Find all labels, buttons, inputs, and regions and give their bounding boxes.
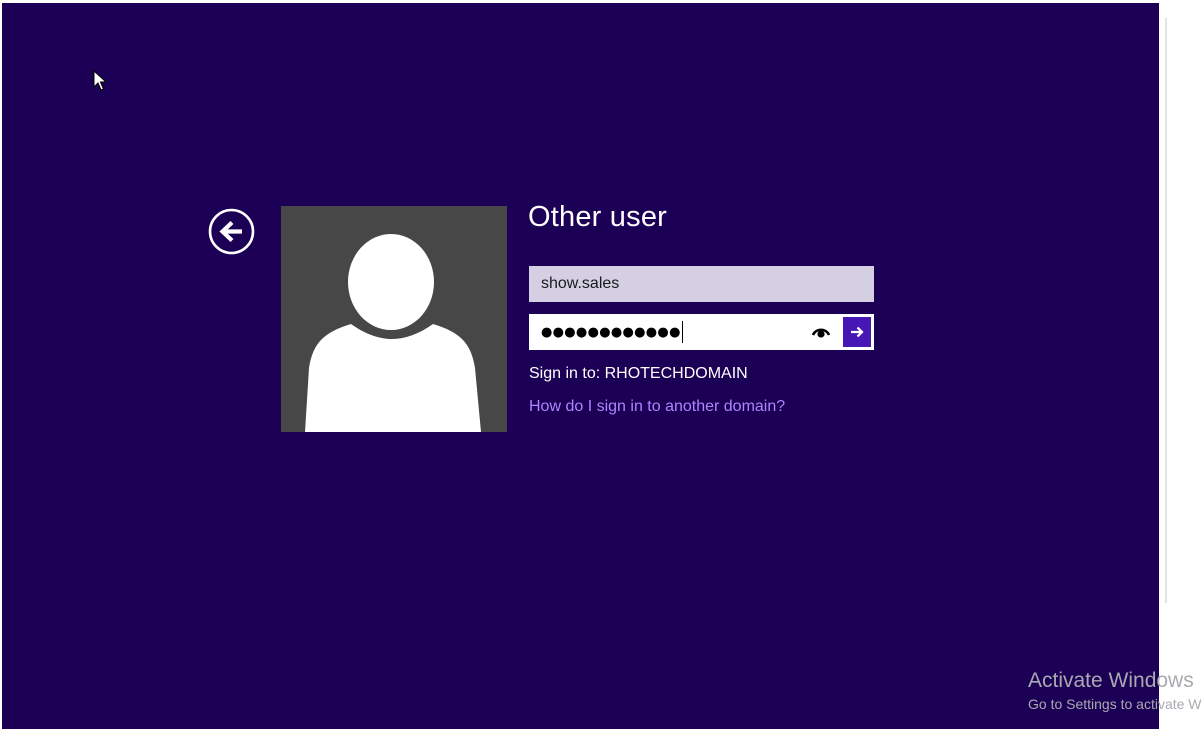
- activation-watermark: Activate Windows Go to Settings to activ…: [1028, 669, 1201, 715]
- password-value: ●●●●●●●●●●●●: [541, 324, 681, 340]
- user-avatar: [281, 206, 507, 432]
- submit-button-face: [843, 317, 871, 347]
- text-caret: [681, 321, 683, 343]
- watermark-title: Activate Windows: [1028, 669, 1194, 692]
- user-silhouette-icon: [305, 234, 481, 432]
- watermark-subtitle: Go to Settings to activate Windows.: [1028, 696, 1201, 712]
- page-title: Other user: [528, 201, 667, 233]
- back-arrow-circle-icon[interactable]: [208, 208, 255, 255]
- right-arrow-icon: [851, 326, 864, 338]
- screen-root: Other user show.sales ●●●●●●●●●●●● Sign …: [0, 0, 1201, 731]
- another-domain-help-link[interactable]: How do I sign in to another domain?: [529, 398, 785, 416]
- mouse-pointer-icon: [93, 70, 107, 91]
- scrollbar-track[interactable]: [1165, 18, 1167, 603]
- signin-domain-label: Sign in to: RHOTECHDOMAIN: [529, 365, 748, 382]
- password-field[interactable]: ●●●●●●●●●●●●: [529, 314, 840, 350]
- username-field[interactable]: show.sales: [529, 266, 874, 302]
- eye-reveal-password-icon[interactable]: [812, 325, 830, 339]
- submit-button[interactable]: [840, 314, 874, 350]
